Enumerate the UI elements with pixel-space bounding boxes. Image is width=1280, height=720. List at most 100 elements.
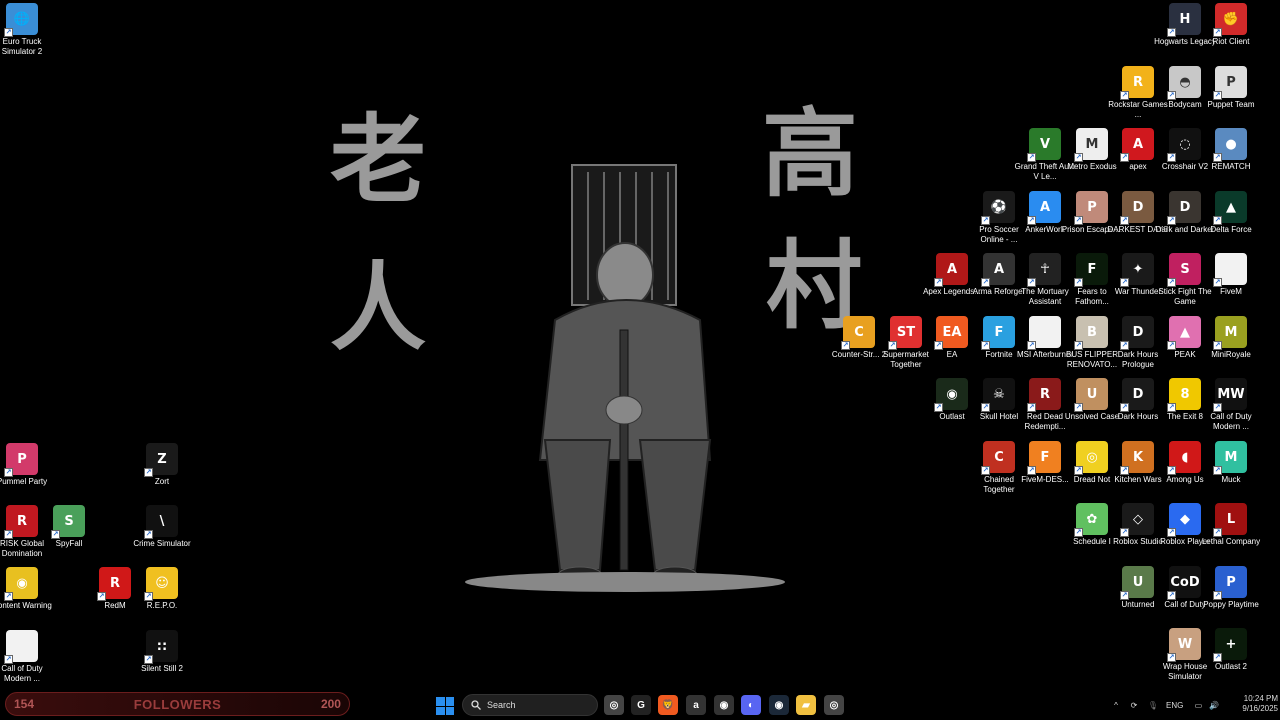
metro-exodus-icon: M ↗ bbox=[1074, 128, 1108, 162]
desktop-shortcut-content-warning[interactable]: ◉↗Content Warning bbox=[0, 567, 52, 611]
desktop-shortcut-outlast-2[interactable]: + ↗ Outlast 2 bbox=[1203, 628, 1259, 672]
skull-hotel-icon: ☠ ↗ bbox=[981, 378, 1015, 412]
rematch-icon: ● ↗ bbox=[1213, 128, 1247, 162]
shortcut-arrow-icon: ↗ bbox=[1074, 278, 1083, 287]
shortcut-arrow-icon: ↗ bbox=[1167, 28, 1176, 37]
shortcut-arrow-icon: ↗ bbox=[981, 403, 990, 412]
icon-glyph: + bbox=[1225, 636, 1237, 652]
desktop-shortcut-silent-still-2[interactable]: :: ↗ Silent Still 2 bbox=[134, 630, 190, 674]
icon-glyph: ✊ bbox=[1222, 11, 1240, 27]
shortcut-arrow-icon: ↗ bbox=[934, 403, 943, 412]
taskbar-clock[interactable]: 10:24 PM 9/16/2025 bbox=[1226, 694, 1278, 714]
icon-glyph: ◖ bbox=[1181, 449, 1189, 465]
desktop-shortcut-riot-client[interactable]: ✊ ↗ Riot Client bbox=[1203, 3, 1259, 47]
shortcut-arrow-icon: ↗ bbox=[144, 655, 153, 664]
shortcut-arrow-icon: ↗ bbox=[1120, 278, 1129, 287]
desktop-shortcut-puppet-team[interactable]: P ↗ Puppet Team bbox=[1203, 66, 1259, 110]
desktop-shortcut-euro-truck-simulator-2[interactable]: 🌐 ↗ Euro Truck Simulator 2 bbox=[0, 3, 50, 57]
shortcut-arrow-icon: ↗ bbox=[1120, 403, 1129, 412]
icon-glyph: CoD bbox=[1170, 574, 1200, 590]
icon-glyph: ◉ bbox=[16, 575, 28, 591]
war-thunder-icon: ✦ ↗ bbox=[1120, 253, 1154, 287]
chevron-up-icon[interactable]: ^ bbox=[1110, 701, 1122, 710]
microphone-icon[interactable]: 🎙 bbox=[1146, 701, 1160, 710]
taskbar-app-file-explorer[interactable]: ▰ bbox=[796, 695, 816, 715]
desktop-shortcut-delta-force[interactable]: ▲ ↗ Delta Force bbox=[1203, 191, 1259, 235]
shortcut-arrow-icon: ↗ bbox=[1213, 216, 1222, 225]
discord-icon: ◐ bbox=[747, 699, 755, 711]
shortcut-arrow-icon: ↗ bbox=[1167, 216, 1176, 225]
desktop-shortcut-spyfall[interactable]: S ↗ SpyFall bbox=[41, 505, 97, 549]
language-indicator[interactable]: ENG bbox=[1166, 701, 1183, 710]
sync-icon[interactable]: ⟳ bbox=[1126, 701, 1142, 710]
desktop-shortcut-crime-simulator[interactable]: \ ↗ Crime Simulator bbox=[133, 505, 191, 549]
taskbar-app-arc[interactable]: a bbox=[686, 695, 706, 715]
msi-afterburner-icon: ↗ bbox=[1027, 316, 1061, 350]
icon-glyph: A bbox=[993, 261, 1005, 277]
shortcut-arrow-icon: ↗ bbox=[1213, 653, 1222, 662]
desktop-shortcut-pummel-party[interactable]: P ↗ Pummel Party bbox=[0, 443, 50, 487]
stick-fight-the-game-icon: S ↗ bbox=[1167, 253, 1201, 287]
shortcut-arrow-icon: ↗ bbox=[1167, 341, 1176, 350]
shortcut-arrow-icon: ↗ bbox=[1167, 153, 1176, 162]
roblox-studio-icon: ◇ ↗ bbox=[1120, 503, 1154, 537]
desktop-shortcut-miniroyale[interactable]: M ↗ MiniRoyale bbox=[1203, 316, 1259, 360]
fivem-des-icon: F ↗ bbox=[1027, 441, 1061, 475]
network-icon[interactable]: ▭ bbox=[1191, 701, 1205, 710]
zort-icon: Z ↗ bbox=[144, 443, 178, 477]
brave-icon: 🦁 bbox=[661, 699, 675, 711]
icon-glyph: ☥ bbox=[1040, 261, 1050, 277]
steam-icon: ◉ bbox=[774, 699, 784, 711]
shortcut-arrow-icon: ↗ bbox=[1027, 216, 1036, 225]
taskbar-app-obs[interactable]: ◉ bbox=[714, 695, 734, 715]
search-placeholder: Search bbox=[487, 700, 516, 710]
call-of-duty-modern-icon: MW ↗ bbox=[1213, 378, 1247, 412]
hogwarts-legacy-icon: H ↗ bbox=[1167, 3, 1201, 37]
icon-glyph: D bbox=[1132, 199, 1144, 215]
bus-flipper-renovato-icon: B ↗ bbox=[1074, 316, 1108, 350]
desktop-shortcut-lethal-company[interactable]: L ↗ Lethal Company bbox=[1202, 503, 1260, 547]
desktop-shortcut-call-of-duty-modern[interactable]: MW ↗ Call of Duty Modern ... bbox=[1203, 378, 1259, 432]
taskbar-search-box[interactable]: Search bbox=[462, 694, 598, 716]
icon-glyph: ● bbox=[1225, 136, 1237, 152]
taskbar-app-logitech-g[interactable]: G bbox=[631, 695, 651, 715]
lethal-company-icon: L ↗ bbox=[1213, 503, 1247, 537]
shortcut-arrow-icon: ↗ bbox=[51, 530, 60, 539]
windows-start-button[interactable] bbox=[436, 697, 454, 715]
icon-glyph: B bbox=[1087, 324, 1097, 340]
desktop-shortcut-poppy-playtime[interactable]: P ↗ Poppy Playtime bbox=[1203, 566, 1259, 610]
spyfall-icon: S ↗ bbox=[51, 505, 85, 539]
icon-glyph: F bbox=[1040, 449, 1050, 465]
icon-glyph: 🌐 bbox=[13, 11, 31, 27]
desktop-shortcut-rematch[interactable]: ● ↗ REMATCH bbox=[1203, 128, 1259, 172]
shortcut-arrow-icon: ↗ bbox=[1074, 403, 1083, 412]
taskbar-app-discord[interactable]: ◐ bbox=[741, 695, 761, 715]
icon-glyph: F bbox=[994, 324, 1004, 340]
shortcut-arrow-icon: ↗ bbox=[4, 28, 13, 37]
shortcut-arrow-icon: ↗ bbox=[1167, 591, 1176, 600]
taskbar-app-steam[interactable]: ◉ bbox=[769, 695, 789, 715]
system-tray: ^ ⟳ 🎙 ENG ▭ 🔊 bbox=[1110, 690, 1221, 720]
desktop-shortcut-zort[interactable]: Z ↗ Zort bbox=[134, 443, 190, 487]
volume-icon[interactable]: 🔊 bbox=[1207, 701, 1221, 710]
desktop-shortcut-muck[interactable]: M ↗ Muck bbox=[1203, 441, 1259, 485]
icon-glyph: M bbox=[1224, 324, 1238, 340]
desktop-shortcut-label: Riot Client bbox=[1212, 37, 1250, 46]
icon-glyph: A bbox=[946, 261, 958, 277]
desktop-shortcut-label: MiniRoyale bbox=[1211, 350, 1251, 359]
desktop-shortcut-fivem[interactable]: ↗ FiveM bbox=[1203, 253, 1259, 297]
shortcut-arrow-icon: ↗ bbox=[888, 341, 897, 350]
the-mortuary-assistant-icon: ☥ ↗ bbox=[1027, 253, 1061, 287]
desktop-shortcut-call-of-duty-modern[interactable]: ↗ Call of Duty Modern ... bbox=[0, 630, 50, 684]
taskbar-app-chatgpt-2[interactable]: ◎ bbox=[824, 695, 844, 715]
chatgpt-icon: ◎ bbox=[609, 699, 619, 711]
shortcut-arrow-icon: ↗ bbox=[1027, 403, 1036, 412]
wallpaper-kanji: 人 bbox=[330, 252, 426, 364]
taskbar-app-chatgpt[interactable]: ◎ bbox=[604, 695, 624, 715]
desktop-shortcut-r-e-p-o[interactable]: ☺ ↗ R.E.P.O. bbox=[134, 567, 190, 611]
taskbar-app-brave[interactable]: 🦁 bbox=[658, 695, 678, 715]
riot-client-icon: ✊ ↗ bbox=[1213, 3, 1247, 37]
icon-glyph: K bbox=[1132, 449, 1144, 465]
icon-glyph: P bbox=[1226, 74, 1236, 90]
icon-glyph: ST bbox=[896, 324, 916, 340]
